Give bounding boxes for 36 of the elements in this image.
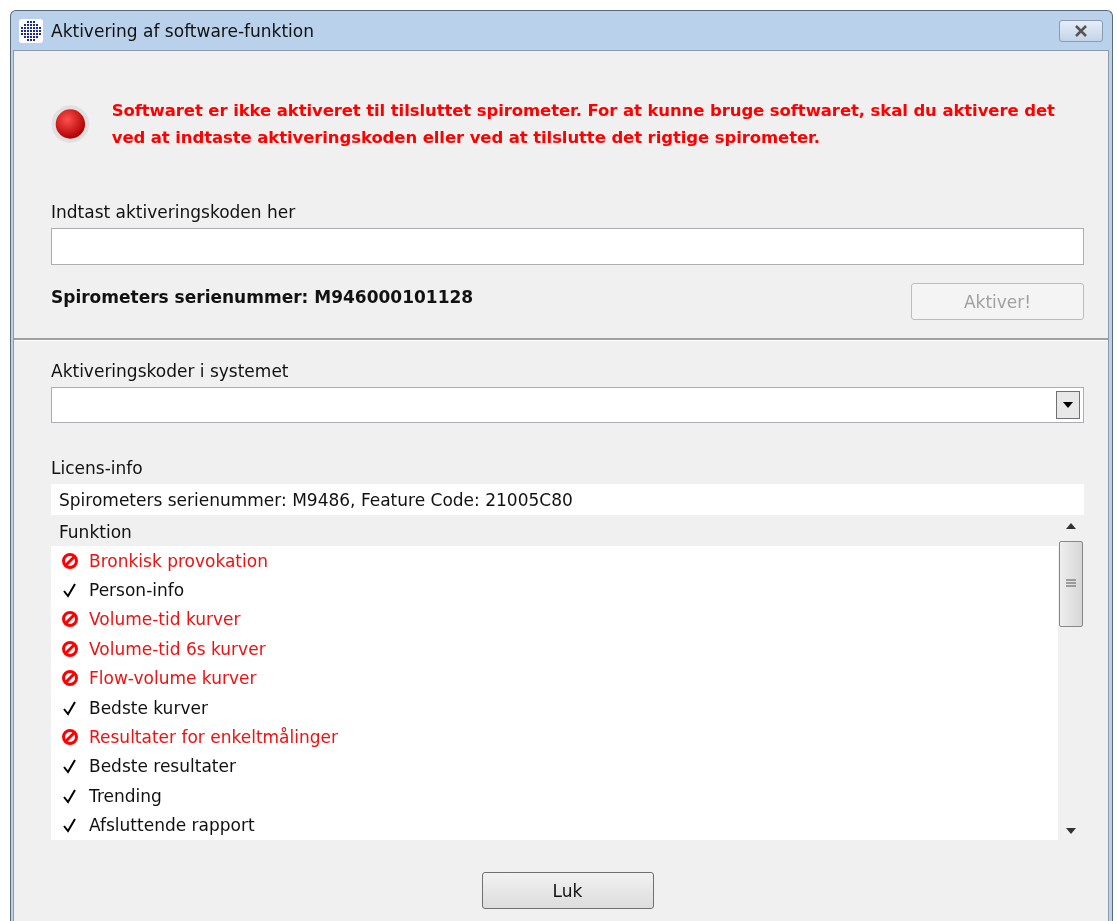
prohibited-icon bbox=[61, 639, 79, 658]
close-dialog-button[interactable]: Luk bbox=[481, 872, 654, 909]
dropdown-label: Aktiveringskoder i systemet bbox=[51, 361, 290, 381]
dropdown-arrow-icon bbox=[1063, 402, 1073, 408]
feature-item: Trending bbox=[89, 785, 162, 806]
license-label: Licens-info bbox=[51, 458, 144, 478]
feature-item: Person-info bbox=[89, 580, 185, 601]
close-button[interactable] bbox=[1059, 19, 1103, 42]
activation-codes-dropdown[interactable] bbox=[51, 387, 1084, 423]
window-title: Aktivering af software-funktion bbox=[51, 20, 315, 41]
feature-item: Volume-tid kurver bbox=[89, 609, 241, 630]
feature-item: Volume-tid 6s kurver bbox=[89, 638, 266, 659]
scroll-down-icon bbox=[1066, 828, 1076, 834]
feature-item: Bedste kurver bbox=[89, 697, 208, 718]
feature-item: Resultater for enkeltmålinger bbox=[89, 727, 338, 748]
grip-icon bbox=[1066, 578, 1076, 589]
prohibited-icon bbox=[61, 728, 79, 747]
feature-item: Afsluttende rapport bbox=[89, 815, 255, 836]
prohibited-icon bbox=[61, 610, 79, 629]
scroll-up-icon bbox=[1066, 523, 1076, 529]
field-label: Indtast aktiveringskoden her bbox=[51, 202, 297, 222]
feature-item: Bedste resultater bbox=[89, 756, 236, 777]
app-logo-icon bbox=[19, 18, 43, 43]
serial-number: Spirometers serienummer: M946000101128 bbox=[51, 287, 474, 307]
activation-code-field[interactable] bbox=[51, 228, 1084, 265]
status-message: Softwaret er ikke aktiveret til tilsluttet spirometer. For at kunne bruge softwaret, skal du aktivere det ved at indtaste aktiveringskoden eller ved at tilslutte det rigtige spirometer. bbox=[111, 100, 1056, 149]
prohibited-icon bbox=[61, 551, 79, 570]
column-header: Funktion bbox=[51, 517, 1058, 546]
prohibited-icon bbox=[61, 669, 79, 688]
checkmark-icon bbox=[61, 816, 79, 835]
feature-item: Bronkisk provokation bbox=[89, 550, 268, 571]
checkmark-icon bbox=[61, 757, 79, 776]
license-info: Spirometers serienummer: M9486, Feature Code: 21005C80 bbox=[51, 484, 1084, 515]
checkmark-icon bbox=[61, 581, 79, 600]
close-icon bbox=[1073, 24, 1089, 37]
feature-item: Flow-volume kurver bbox=[89, 668, 257, 689]
